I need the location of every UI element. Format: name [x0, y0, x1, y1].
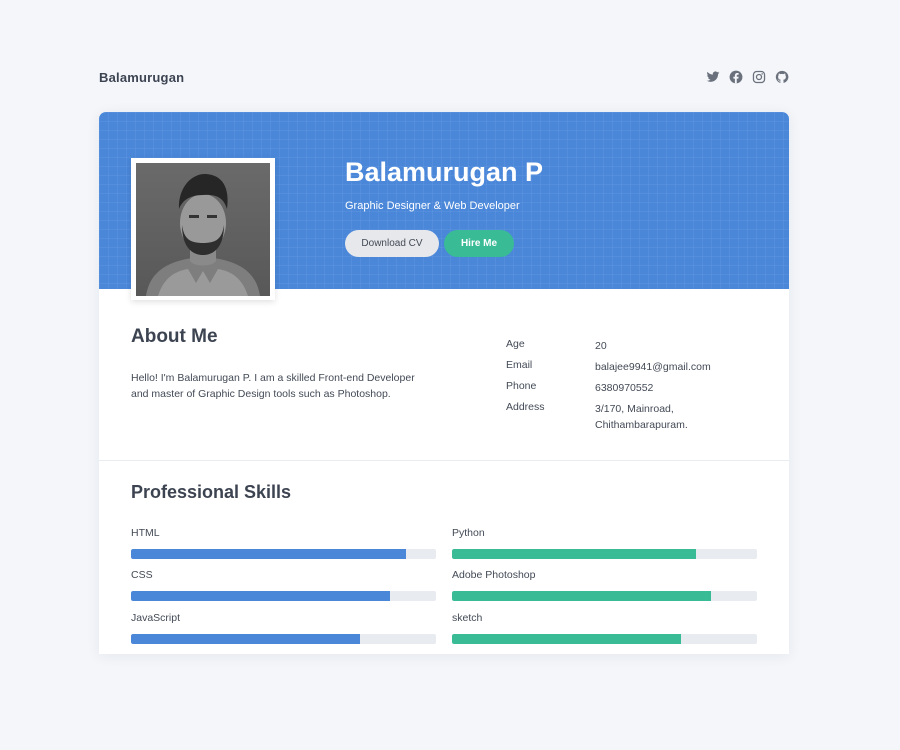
github-icon[interactable] [775, 70, 789, 84]
profile-photo [131, 158, 275, 300]
resume-card: Balamurugan P Graphic Designer & Web Dev… [99, 112, 789, 654]
instagram-icon[interactable] [752, 70, 766, 84]
skill-track [131, 549, 436, 559]
about-text: Hello! I'm Balamurugan P. I am a skilled… [131, 372, 415, 400]
skill-label: CSS [131, 569, 153, 581]
skill-bar [452, 549, 696, 559]
skill-python: Python [452, 527, 757, 561]
about-title: About Me [131, 326, 218, 347]
skill-css: CSS [131, 569, 436, 603]
skill-label: Python [452, 527, 485, 539]
profile-name: Balamurugan P [345, 157, 544, 187]
info-value[interactable]: balajee9941@gmail.com [595, 359, 725, 375]
skill-bar [452, 634, 681, 644]
skill-sketch: sketch [452, 612, 757, 646]
download-cv-button[interactable]: Download CV [345, 230, 439, 257]
skill-bar [131, 549, 406, 559]
info-label: Phone [506, 380, 537, 392]
skill-bar [131, 634, 360, 644]
facebook-icon[interactable] [729, 70, 743, 84]
skill-bar [452, 591, 712, 601]
info-value: 6380970552 [595, 382, 654, 394]
info-value: 3/170, Mainroad, Chithambarapuram. [595, 403, 688, 431]
hire-me-button[interactable]: Hire Me [444, 230, 514, 257]
social-links [706, 70, 789, 84]
top-nav: Balamurugan [99, 60, 790, 94]
profile-role: Graphic Designer & Web Developer [345, 200, 520, 212]
skill-track [131, 591, 436, 601]
info-label: Email [506, 359, 533, 371]
skill-label: HTML [131, 527, 160, 539]
skills-title: Professional Skills [131, 482, 292, 502]
skill-html: HTML [131, 527, 436, 561]
skill-track [452, 549, 757, 559]
twitter-icon[interactable] [706, 70, 720, 84]
skill-adobe-photoshop: Adobe Photoshop [452, 569, 757, 603]
skill-track [131, 634, 436, 644]
info-label: Address [506, 401, 545, 413]
skill-label: sketch [452, 612, 483, 624]
skill-track [452, 591, 757, 601]
section-divider [99, 460, 789, 461]
info-label: Age [506, 338, 525, 350]
skill-label: JavaScript [131, 612, 181, 624]
brand-name[interactable]: Balamurugan [99, 70, 184, 85]
skill-bar [131, 591, 391, 601]
info-value: 20 [595, 340, 607, 352]
skill-javascript: JavaScript [131, 612, 436, 646]
skill-track [452, 634, 757, 644]
skill-label: Adobe Photoshop [452, 569, 536, 581]
portrait-image [136, 163, 270, 296]
